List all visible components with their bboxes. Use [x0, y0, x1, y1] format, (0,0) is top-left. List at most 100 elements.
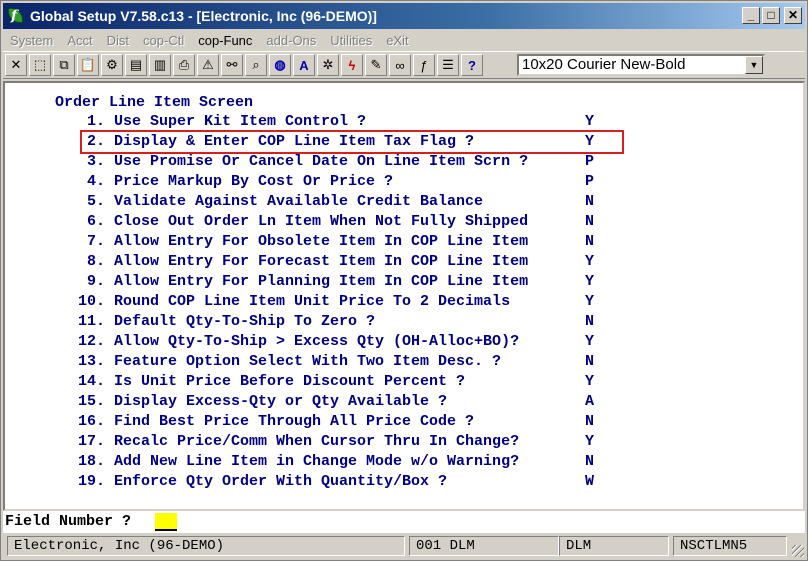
item-label: Round COP Line Item Unit Price To 2 Deci…	[114, 293, 511, 310]
help-icon[interactable]: ?	[461, 54, 483, 76]
resize-grip-icon[interactable]	[792, 545, 804, 557]
item-value[interactable]: Y	[585, 292, 594, 312]
window-title: Global Setup V7.58.c13 - [Electronic, In…	[30, 8, 377, 24]
item-label: Find Best Price Through All Price Code ?	[114, 413, 475, 430]
item-value[interactable]: Y	[585, 332, 594, 352]
item-value[interactable]: N	[585, 352, 594, 372]
link-icon[interactable]: ∞	[389, 54, 411, 76]
item-value[interactable]: A	[585, 392, 594, 412]
item-label: Is Unit Price Before Discount Percent ?	[114, 373, 466, 390]
item-value[interactable]: Y	[585, 252, 594, 272]
chevron-down-icon[interactable]: ▼	[745, 56, 763, 74]
list-icon[interactable]: ☰	[437, 54, 459, 76]
field-number-label: Field Number ?	[5, 513, 132, 530]
item-number: 14.	[77, 373, 105, 390]
function-icon[interactable]: ƒ	[413, 54, 435, 76]
status-program: NSCTLMN5	[673, 536, 787, 556]
item-number: 4.	[86, 173, 105, 190]
item-value[interactable]: P	[585, 152, 594, 172]
item-label: Recalc Price/Comm When Cursor Thru In Ch…	[114, 433, 520, 450]
minimize-button[interactable]: _	[742, 7, 760, 24]
item-label: Feature Option Select With Two Item Desc…	[114, 353, 502, 370]
menu-acct[interactable]: Acct	[60, 33, 99, 48]
status-user-code: 001 DLM	[409, 536, 559, 556]
item-number: 17.	[77, 433, 105, 450]
item-value[interactable]: Y	[585, 272, 594, 292]
item-value[interactable]: Y	[585, 112, 594, 132]
item-number: 10.	[77, 293, 105, 310]
item-label: Add New Line Item in Change Mode w/o War…	[114, 453, 520, 470]
item-value[interactable]: Y	[585, 132, 594, 152]
item-value[interactable]: N	[585, 452, 594, 472]
app-window: f Global Setup V7.58.c13 - [Electronic, …	[0, 0, 808, 561]
field-number-line: Field Number ?	[3, 511, 805, 533]
item-label: Default Qty-To-Ship To Zero ?	[114, 313, 376, 330]
item-number: 1.	[86, 113, 105, 130]
close-button[interactable]: ✕	[784, 7, 802, 24]
menu-cop-func[interactable]: cop-Func	[191, 33, 259, 48]
item-value[interactable]: W	[585, 472, 594, 492]
item-label: Display Excess-Qty or Qty Available ?	[114, 393, 448, 410]
maximize-button[interactable]: □	[762, 7, 780, 24]
select-icon[interactable]: ⬚	[29, 54, 51, 76]
item-number: 11.	[77, 313, 105, 330]
toolbar: ✕ ⬚ ⧉ 📋 ⚙ ▤ ▥ ⎙ ⚠ ⚯ ⌕ ◍ A ✲ ϟ ✎ ∞ ƒ ☰ ? …	[3, 51, 805, 79]
font-select[interactable]: 10x20 Courier New-Bold ▼	[517, 54, 765, 76]
field-number-input[interactable]	[155, 513, 177, 531]
item-number: 12.	[77, 333, 105, 350]
menu-exit[interactable]: eXit	[379, 33, 415, 48]
menu-bar: System Acct Dist cop-Ctl cop-Func add-On…	[3, 30, 805, 50]
item-number: 16.	[77, 413, 105, 430]
item-label: Validate Against Available Credit Balanc…	[114, 193, 484, 210]
item-value[interactable]: N	[585, 232, 594, 252]
status-user: DLM	[559, 536, 669, 556]
item-number: 19.	[77, 473, 105, 490]
settings-icon[interactable]: ⚙	[101, 54, 123, 76]
search-icon[interactable]: ⌕	[245, 54, 267, 76]
menu-cop-ctl[interactable]: cop-Ctl	[136, 33, 191, 48]
status-bar: Electronic, Inc (96-DEMO) 001 DLM DLM NS…	[3, 534, 805, 558]
item-value[interactable]: N	[585, 192, 594, 212]
item-number: 18.	[77, 453, 105, 470]
item-number: 9.	[86, 273, 105, 290]
item-value[interactable]: N	[585, 212, 594, 232]
item-number: 15.	[77, 393, 105, 410]
terminal-screen[interactable]: Order Line Item Screen 1. Use Super Kit I…	[3, 81, 805, 511]
item-value[interactable]: Y	[585, 372, 594, 392]
item-number: 8.	[86, 253, 105, 270]
menu-add-ons[interactable]: add-Ons	[259, 33, 323, 48]
warning-icon[interactable]: ⚠	[197, 54, 219, 76]
item-label: Allow Entry For Obsolete Item In COP Lin…	[114, 233, 529, 250]
title-bar[interactable]: f Global Setup V7.58.c13 - [Electronic, …	[3, 3, 805, 29]
font-icon[interactable]: A	[293, 54, 315, 76]
lightning-icon[interactable]: ϟ	[341, 54, 363, 76]
menu-system[interactable]: System	[3, 33, 60, 48]
item-label: Allow Entry For Planning Item In COP Lin…	[114, 273, 529, 290]
gear-icon[interactable]: ✲	[317, 54, 339, 76]
item-value[interactable]: P	[585, 172, 594, 192]
properties-icon[interactable]: ▤	[125, 54, 147, 76]
print-icon[interactable]: ⎙	[173, 54, 195, 76]
screen-title: Order Line Item Screen	[55, 94, 254, 111]
menu-dist[interactable]: Dist	[100, 33, 136, 48]
edit-icon[interactable]: ✎	[365, 54, 387, 76]
paste-icon[interactable]: 📋	[77, 54, 99, 76]
notes-icon[interactable]: ▥	[149, 54, 171, 76]
item-value[interactable]: N	[585, 412, 594, 432]
item-number: 13.	[77, 353, 105, 370]
globe-icon[interactable]: ◍	[269, 54, 291, 76]
item-number: 7.	[86, 233, 105, 250]
item-label: Use Promise Or Cancel Date On Line Item …	[114, 153, 529, 170]
menu-utilities[interactable]: Utilities	[323, 33, 379, 48]
item-value[interactable]: N	[585, 312, 594, 332]
cancel-icon[interactable]: ✕	[5, 54, 27, 76]
item-value[interactable]: Y	[585, 432, 594, 452]
item-number: 6.	[86, 213, 105, 230]
item-label: Allow Entry For Forecast Item In COP Lin…	[114, 253, 529, 270]
app-logo-icon: f	[7, 7, 25, 25]
font-select-value: 10x20 Courier New-Bold	[522, 56, 686, 73]
copy-icon[interactable]: ⧉	[53, 54, 75, 76]
binoculars-icon[interactable]: ⚯	[221, 54, 243, 76]
item-label: Close Out Order Ln Item When Not Fully S…	[114, 213, 529, 230]
item-number: 3.	[86, 153, 105, 170]
